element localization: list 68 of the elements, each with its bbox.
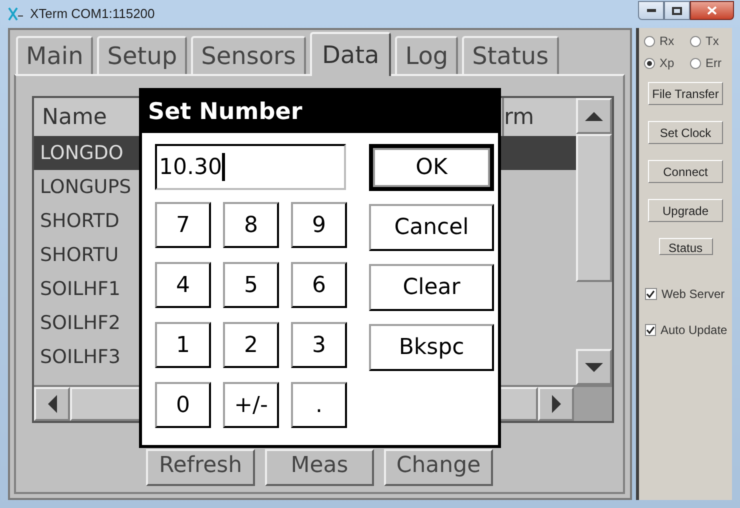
tab[interactable]: Data [310,32,392,76]
keypad-key[interactable]: 7 [155,202,211,248]
checkbox[interactable] [644,288,656,300]
keypad-key[interactable]: 2 [223,322,279,368]
side-button[interactable]: File Transfer [648,82,723,105]
scrollbar-thumb[interactable] [576,134,612,282]
up-arrow-icon [585,112,603,120]
table-cell-text: SHORTU [39,242,119,268]
checkbox-label: Auto Update [660,322,728,339]
keypad-key[interactable]: . [291,382,347,428]
keypad-key[interactable]: 8 [223,202,279,248]
keypad-key[interactable]: 0 [155,382,211,428]
close-button[interactable] [690,1,734,20]
keypad-key[interactable]: +/- [223,382,279,428]
minimize-icon [646,9,656,12]
scroll-left-button[interactable] [34,387,70,421]
side-button[interactable]: Upgrade [648,199,723,222]
text-cursor [222,153,225,181]
table-cell-text: LONGUPS [39,174,132,200]
indicator-label: Xp [660,55,674,72]
table-cell-text: SOILHF2 [39,310,121,336]
maximize-button[interactable] [664,1,690,20]
scroll-up-button[interactable] [576,98,612,134]
dialog-button[interactable]: Clear [369,264,494,311]
table-cell-text: LONGDO [39,140,124,166]
tab[interactable]: Log [395,36,458,74]
side-button[interactable]: Connect [648,160,723,183]
close-icon [707,6,717,15]
tab[interactable]: Status [462,36,559,74]
side-button[interactable]: Set Clock [648,121,723,144]
scrollbar-corner [574,387,612,421]
table-cell-text: SHORTD [39,208,120,234]
keypad-key[interactable]: 4 [155,262,211,308]
action-button[interactable]: Change [384,449,493,486]
side-button[interactable]: Status [658,238,712,255]
field-value: 10.30 [159,154,222,182]
column-header[interactable]: rm [504,98,576,136]
action-button[interactable]: Meas [265,449,374,486]
scroll-down-button[interactable] [576,349,612,385]
indicator-label: Tx [706,33,719,50]
keypad-key[interactable]: 9 [291,202,347,248]
indicator-label: Err [706,55,722,72]
right-arrow-icon [552,395,560,413]
checkbox[interactable] [644,324,656,336]
minimize-button[interactable] [638,1,664,20]
table-cell-text: SOILHF1 [39,276,121,302]
keypad-key[interactable]: 5 [223,262,279,308]
tab[interactable]: Main [16,36,94,74]
scroll-right-button[interactable] [538,387,574,421]
dialog-button[interactable]: Cancel [369,204,494,251]
tab[interactable]: Setup [97,36,188,74]
table-cell-text: SOILHF3 [39,344,121,370]
indicator-label: Rx [660,33,674,50]
window-title: XTerm COM1:115200 [30,5,155,24]
keypad-key[interactable]: 6 [291,262,347,308]
tab[interactable]: Sensors [191,36,306,74]
maximize-icon [672,6,682,14]
dialog-button[interactable]: OK [369,144,494,191]
app-icon [8,7,24,21]
keypad-key[interactable]: 3 [291,322,347,368]
action-button[interactable]: Refresh [146,449,255,486]
down-arrow-icon [585,362,603,372]
checkbox-label: Web Server [662,286,725,303]
dialog-title: Set Number [142,91,498,133]
dialog-button[interactable]: Bkspc [369,324,494,371]
keypad-key[interactable]: 1 [155,322,211,368]
left-arrow-icon [48,395,56,413]
number-field[interactable]: 10.30 [155,144,346,190]
